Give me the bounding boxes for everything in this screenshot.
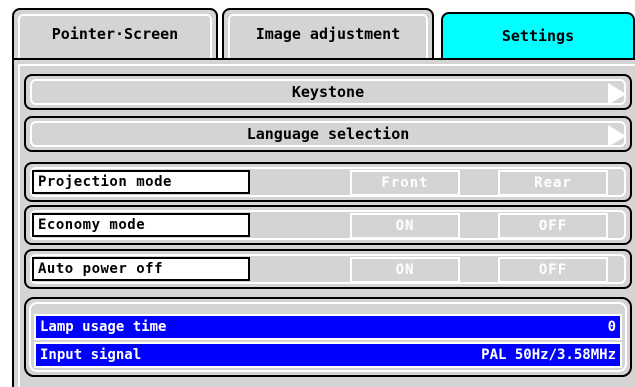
tab-image-adjustment[interactable]: Image adjustment	[222, 8, 434, 58]
keystone-label: Keystone	[291, 83, 365, 101]
projection-mode-row: Projection mode Front Rear	[24, 162, 632, 202]
auto-power-off-label: Auto power off	[32, 257, 250, 281]
economy-off-button[interactable]: OFF	[498, 213, 608, 239]
tab-image-adjustment-label: Image adjustment	[255, 25, 401, 43]
lamp-usage-value: 0	[607, 319, 616, 335]
economy-on-button[interactable]: ON	[350, 213, 460, 239]
auto-power-off-button[interactable]: OFF	[498, 257, 608, 283]
lamp-usage-row: Lamp usage time 0	[34, 314, 622, 340]
lamp-usage-label: Lamp usage time	[40, 319, 167, 335]
input-signal-value: PAL 50Hz/3.58MHz	[481, 347, 616, 363]
tab-pointer-screen[interactable]: Pointer·Screen	[12, 8, 218, 58]
status-info-box: Lamp usage time 0 Input signal PAL 50Hz/…	[24, 297, 632, 377]
language-selection-button[interactable]: Language selection	[24, 116, 632, 152]
projection-rear-button[interactable]: Rear	[498, 170, 608, 196]
input-signal-label: Input signal	[40, 347, 142, 363]
projection-mode-label: Projection mode	[32, 170, 250, 194]
input-signal-row: Input signal PAL 50Hz/3.58MHz	[34, 342, 622, 368]
tab-pointer-screen-label: Pointer·Screen	[51, 25, 179, 43]
auto-power-on-button[interactable]: ON	[350, 257, 460, 283]
projection-front-button[interactable]: Front	[350, 170, 460, 196]
right-triangle-arrow-icon	[608, 125, 626, 147]
keystone-button[interactable]: Keystone	[24, 74, 632, 110]
tab-settings-label: Settings	[501, 27, 575, 45]
economy-mode-row: Economy mode ON OFF	[24, 205, 632, 245]
right-triangle-arrow-icon	[608, 83, 626, 105]
economy-mode-label: Economy mode	[32, 213, 250, 237]
auto-power-off-row: Auto power off ON OFF	[24, 249, 632, 289]
tab-settings[interactable]: Settings	[441, 12, 635, 58]
language-selection-label: Language selection	[246, 125, 410, 143]
